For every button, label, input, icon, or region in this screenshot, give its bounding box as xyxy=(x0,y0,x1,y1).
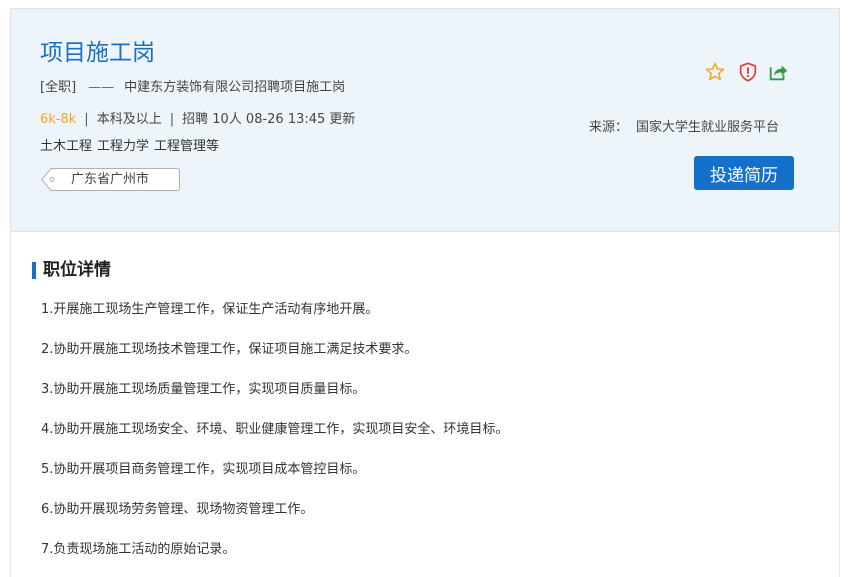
star-icon[interactable] xyxy=(704,61,726,83)
salary: 6k-8k xyxy=(40,112,77,127)
title-accent-bar xyxy=(32,262,36,279)
company-line: 中建东方装饰有限公司招聘项目施工岗 xyxy=(124,80,346,95)
duty-item: 6.协助开展现场劳务管理、现场物资管理工作。 xyxy=(41,502,314,517)
location-text: 广东省广州市 xyxy=(71,172,150,187)
share-icon[interactable] xyxy=(767,61,789,83)
duty-item: 1.开展施工现场生产管理工作，保证生产活动有序地开展。 xyxy=(41,302,379,317)
duty-item: 2.协助开展施工现场技术管理工作，保证项目施工满足技术要求。 xyxy=(41,342,418,357)
major-list: 土木工程 工程力学 工程管理等 xyxy=(40,135,219,154)
duty-item: 5.协助开展项目商务管理工作，实现项目成本管控目标。 xyxy=(41,462,366,477)
recruit-count: 招聘 10人 xyxy=(182,112,242,127)
action-icons xyxy=(704,61,794,85)
duty-item: 4.协助开展施工现场安全、环境、职业健康管理工作，实现项目安全、环境目标。 xyxy=(41,422,509,437)
separator: | xyxy=(84,112,89,127)
job-detail-section: 职位详情 1.开展施工现场生产管理工作，保证生产活动有序地开展。 2.协助开展施… xyxy=(10,232,840,577)
dash-separator: —— xyxy=(88,80,115,95)
duty-list: 1.开展施工现场生产管理工作，保证生产活动有序地开展。 2.协助开展施工现场技术… xyxy=(41,301,508,577)
major-item: 土木工程 xyxy=(40,139,93,154)
location-tag: 广东省广州市 xyxy=(41,168,180,191)
major-item: 工程力学 xyxy=(97,139,150,154)
job-meta: 6k-8k | 本科及以上 | 招聘 10人 08-26 13:45 更新 xyxy=(40,108,355,127)
apply-resume-button[interactable]: 投递简历 xyxy=(694,156,794,190)
duty-item: 7.负责现场施工活动的原始记录。 xyxy=(41,542,236,557)
job-title: 项目施工岗 xyxy=(40,40,155,66)
duty-item: 3.协助开展施工现场质量管理工作，实现项目质量目标。 xyxy=(41,382,366,397)
education: 本科及以上 xyxy=(96,112,162,127)
job-header: 项目施工岗 [全职] —— 中建东方装饰有限公司招聘项目施工岗 6k-8k | 本科及以… xyxy=(10,8,840,232)
major-item: 工程管理等 xyxy=(154,139,220,154)
job-type: [全职] xyxy=(40,80,77,95)
source-value: 国家大学生就业服务平台 xyxy=(636,120,780,135)
separator: | xyxy=(169,112,175,127)
update-time: 08-26 13:45 更新 xyxy=(245,112,356,127)
shield-alert-icon[interactable] xyxy=(737,61,759,83)
job-subtitle: [全职] —— 中建东方装饰有限公司招聘项目施工岗 xyxy=(40,76,345,95)
section-title-text: 职位详情 xyxy=(43,260,111,280)
source-label: 来源： xyxy=(589,120,629,135)
source-info: 来源： 国家大学生就业服务平台 xyxy=(589,116,779,135)
